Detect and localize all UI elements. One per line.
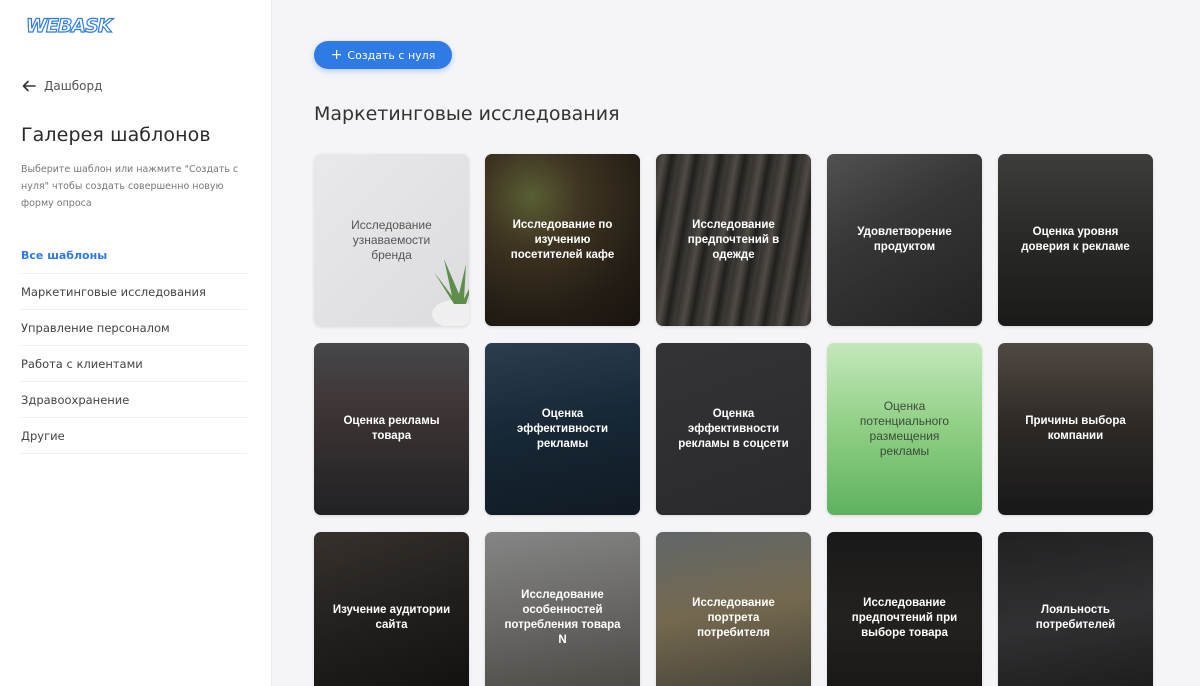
card-title: Исследование по изучению посетителей каф… <box>510 218 615 261</box>
card-title: Исследование особенностей потребления то… <box>504 589 621 646</box>
card-title: Лояльность потребителей <box>1035 604 1116 631</box>
template-card[interactable]: Причины выбора компании <box>998 343 1153 515</box>
template-card[interactable]: Изучение аудитории сайта <box>314 532 469 686</box>
logo-text: WEBASK <box>25 14 113 37</box>
create-from-scratch-button[interactable]: + Создать с нуля <box>314 41 452 69</box>
template-card[interactable]: Оценка уровня доверия к рекламе <box>998 154 1153 326</box>
nav-item-healthcare[interactable]: Здравоохранение <box>21 382 247 418</box>
card-title: Исследование узнаваемости бренда <box>351 217 432 262</box>
template-card[interactable]: Исследование предпочтений в одежде <box>656 154 811 326</box>
section-title: Маркетинговые исследования <box>314 103 620 125</box>
card-title: Изучение аудитории сайта <box>332 604 451 631</box>
template-card[interactable]: Исследование особенностей потребления то… <box>485 532 640 686</box>
template-card[interactable]: Исследование портрета потребителя <box>656 532 811 686</box>
card-title: Удовлетворение продуктом <box>857 226 952 253</box>
nav-item-other[interactable]: Другие <box>21 418 247 454</box>
card-title: Исследование предпочтений в одежде <box>687 218 780 261</box>
card-title: Оценка потенциального размещения рекламы <box>859 399 950 458</box>
template-card[interactable]: Удовлетворение продуктом <box>827 154 982 326</box>
page-title: Галерея шаблонов <box>21 124 211 146</box>
template-card[interactable]: Оценка эффективности рекламы <box>485 343 640 515</box>
card-title: Исследование предпочтений при выборе тов… <box>851 596 958 639</box>
template-card[interactable]: Исследование узнаваемости бренда <box>314 154 469 326</box>
card-title: Причины выбора компании <box>1025 415 1126 442</box>
template-card[interactable]: Лояльность потребителей <box>998 532 1153 686</box>
nav-item-hr[interactable]: Управление персоналом <box>21 310 247 346</box>
sidebar: WEBASK Дашборд Галерея шаблонов Выберите… <box>0 0 272 686</box>
category-nav: Все шаблоны Маркетинговые исследования У… <box>21 238 247 454</box>
nav-item-customers[interactable]: Работа с клиентами <box>21 346 247 382</box>
card-title: Оценка уровня доверия к рекламе <box>1021 226 1130 253</box>
nav-item-marketing[interactable]: Маркетинговые исследования <box>21 274 247 310</box>
template-card[interactable]: Оценка потенциального размещения рекламы <box>827 343 982 515</box>
sidebar-description: Выберите шаблон или нажмите "Создать с н… <box>21 164 239 209</box>
nav-item-all-templates[interactable]: Все шаблоны <box>21 238 247 274</box>
template-card[interactable]: Исследование по изучению посетителей каф… <box>485 154 640 326</box>
template-grid: Исследование узнаваемости бренда Исследо… <box>314 154 1153 686</box>
template-card[interactable]: Оценка рекламы товара <box>314 343 469 515</box>
card-title: Оценка эффективности рекламы в соцсети <box>678 407 789 450</box>
arrow-left-icon <box>22 80 36 92</box>
plus-icon: + <box>330 46 343 63</box>
back-to-dashboard-link[interactable]: Дашборд <box>22 79 102 93</box>
template-card[interactable]: Исследование предпочтений при выборе тов… <box>827 532 982 686</box>
template-card[interactable]: Оценка эффективности рекламы в соцсети <box>656 343 811 515</box>
card-title: Оценка рекламы товара <box>343 415 440 442</box>
card-title: Оценка эффективности рекламы <box>516 407 609 450</box>
back-label: Дашборд <box>44 79 103 93</box>
create-button-label: Создать с нуля <box>347 48 436 62</box>
webask-logo[interactable]: WEBASK <box>25 14 113 38</box>
card-title: Исследование портрета потребителя <box>692 596 775 639</box>
